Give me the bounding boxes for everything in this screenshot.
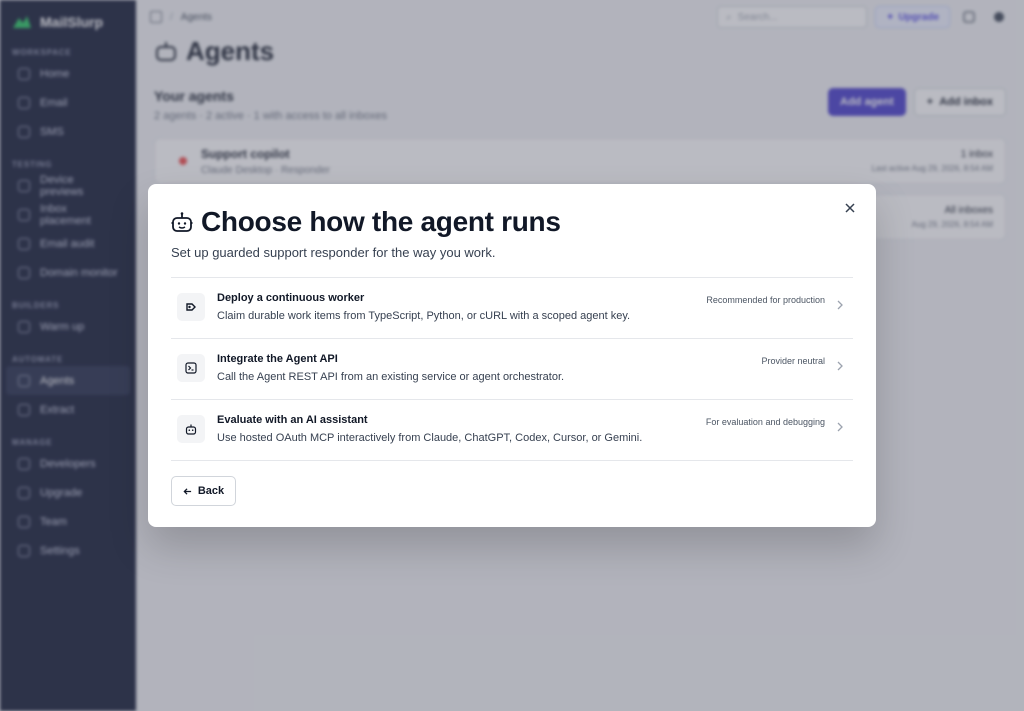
option-badge: Provider neutral — [761, 356, 825, 366]
close-icon[interactable] — [842, 200, 858, 216]
dialog-header: Choose how the agent runs — [171, 206, 853, 238]
runtime-options: Deploy a continuous worker Claim durable… — [171, 277, 853, 461]
back-button[interactable]: Back — [171, 476, 236, 506]
dialog-subtitle: Set up guarded support responder for the… — [171, 245, 496, 260]
arrow-left-icon — [183, 487, 191, 495]
robot-icon — [177, 415, 205, 443]
robot-icon — [171, 212, 193, 232]
chevron-right-icon — [837, 300, 843, 310]
option-badge: Recommended for production — [706, 295, 825, 305]
option-agent-api[interactable]: Integrate the Agent API Call the Agent R… — [171, 339, 853, 400]
option-title: Integrate the Agent API — [217, 353, 338, 365]
option-continuous-worker[interactable]: Deploy a continuous worker Claim durable… — [171, 278, 853, 339]
terminal-icon — [177, 354, 205, 382]
worker-icon — [177, 293, 205, 321]
chevron-right-icon — [837, 422, 843, 432]
option-description: Use hosted OAuth MCP interactively from … — [217, 432, 643, 444]
dialog-title: Choose how the agent runs — [201, 206, 561, 237]
option-description: Claim durable work items from TypeScript… — [217, 310, 631, 322]
option-ai-assistant[interactable]: Evaluate with an AI assistant Use hosted… — [171, 400, 853, 461]
option-description: Call the Agent REST API from an existing… — [217, 371, 565, 383]
option-badge: For evaluation and debugging — [705, 417, 825, 427]
chevron-right-icon — [837, 361, 843, 371]
choose-runtime-dialog: Choose how the agent runs Set up guarded… — [148, 184, 876, 527]
